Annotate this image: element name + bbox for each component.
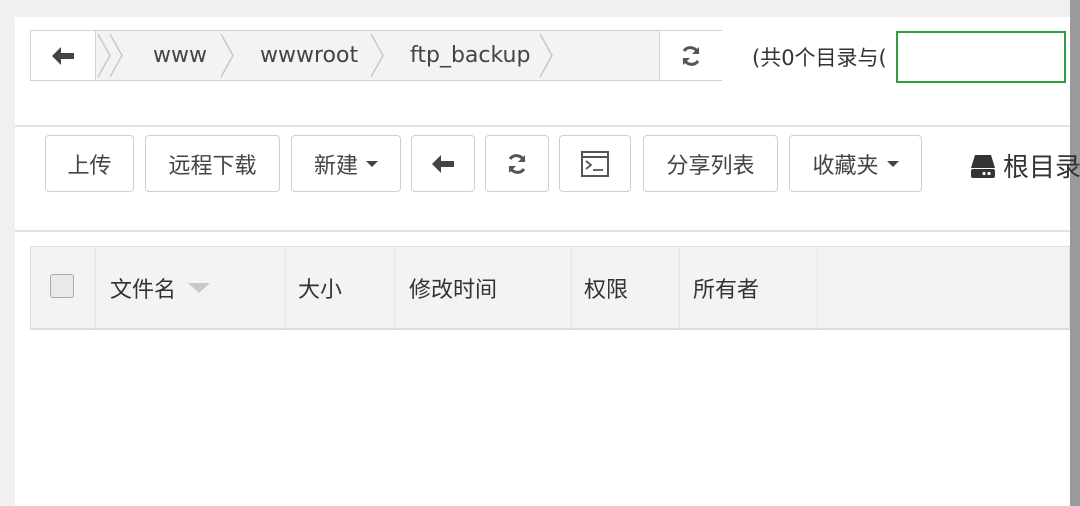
- scrollbar[interactable]: [1070, 0, 1080, 506]
- back-button[interactable]: [411, 135, 475, 192]
- upload-button[interactable]: 上传: [45, 135, 134, 192]
- caret-down-icon: [886, 160, 899, 167]
- refresh-button[interactable]: [485, 135, 549, 192]
- chevron-right-icon: [220, 33, 234, 78]
- refresh-icon: [682, 45, 700, 66]
- column-header-filename[interactable]: 文件名: [110, 247, 211, 329]
- divider: [15, 230, 1070, 232]
- path-bar: www wwwroot ftp_backup: [30, 30, 722, 81]
- breadcrumb-ftp-backup[interactable]: ftp_backup: [410, 31, 530, 80]
- hard-drive-icon: [971, 154, 995, 178]
- chevron-right-icon: [370, 33, 384, 78]
- select-all-checkbox[interactable]: [50, 274, 74, 298]
- terminal-icon: [581, 150, 609, 177]
- sort-desc-icon: [188, 283, 211, 293]
- breadcrumb-wwwroot[interactable]: wwwroot: [260, 31, 358, 80]
- column-header-owner[interactable]: 所有者: [693, 247, 759, 329]
- breadcrumb-www[interactable]: www: [153, 31, 207, 80]
- column-header-modified-label: 修改时间: [409, 278, 498, 303]
- terminal-button[interactable]: [559, 135, 631, 192]
- remote-download-label: 远程下载: [168, 153, 257, 179]
- favorites-dropdown-button[interactable]: 收藏夹: [789, 135, 922, 192]
- column-separator: [817, 247, 818, 329]
- column-header-size-label: 大小: [298, 278, 343, 303]
- column-header-permissions[interactable]: 权限: [584, 247, 628, 329]
- directory-count-text: (共0个目录与(: [752, 46, 887, 70]
- chevron-right-icon: [109, 33, 123, 78]
- new-dropdown-button[interactable]: 新建: [291, 135, 401, 192]
- share-list-button[interactable]: 分享列表: [643, 135, 778, 192]
- column-separator: [95, 247, 96, 329]
- root-directory-link[interactable]: 根目录: [969, 147, 1080, 184]
- chevron-right-icon: [539, 33, 553, 78]
- path-back-button[interactable]: [31, 31, 96, 80]
- favorites-label: 收藏夹: [812, 153, 879, 179]
- column-header-filename-label: 文件名: [110, 278, 177, 303]
- divider: [15, 125, 1070, 127]
- arrow-left-icon: [432, 154, 454, 173]
- column-separator: [571, 247, 572, 329]
- upload-button-label: 上传: [67, 153, 112, 179]
- column-separator: [285, 247, 286, 329]
- file-table-header: 文件名 大小 修改时间 权限 所有者: [30, 246, 1070, 330]
- column-header-size[interactable]: 大小: [298, 247, 342, 329]
- path-refresh-button[interactable]: [659, 31, 722, 80]
- search-input[interactable]: [896, 31, 1066, 83]
- remote-download-button[interactable]: 远程下载: [145, 135, 280, 192]
- arrow-left-icon: [52, 46, 74, 65]
- root-directory-label: 根目录: [1003, 153, 1080, 183]
- column-header-modified[interactable]: 修改时间: [409, 247, 497, 329]
- share-list-label: 分享列表: [666, 153, 755, 179]
- column-header-owner-label: 所有者: [693, 278, 760, 303]
- new-label: 新建: [313, 153, 358, 179]
- refresh-icon: [508, 153, 526, 174]
- column-separator: [679, 247, 680, 329]
- column-header-permissions-label: 权限: [584, 278, 629, 303]
- column-separator: [394, 247, 395, 329]
- caret-down-icon: [366, 160, 378, 167]
